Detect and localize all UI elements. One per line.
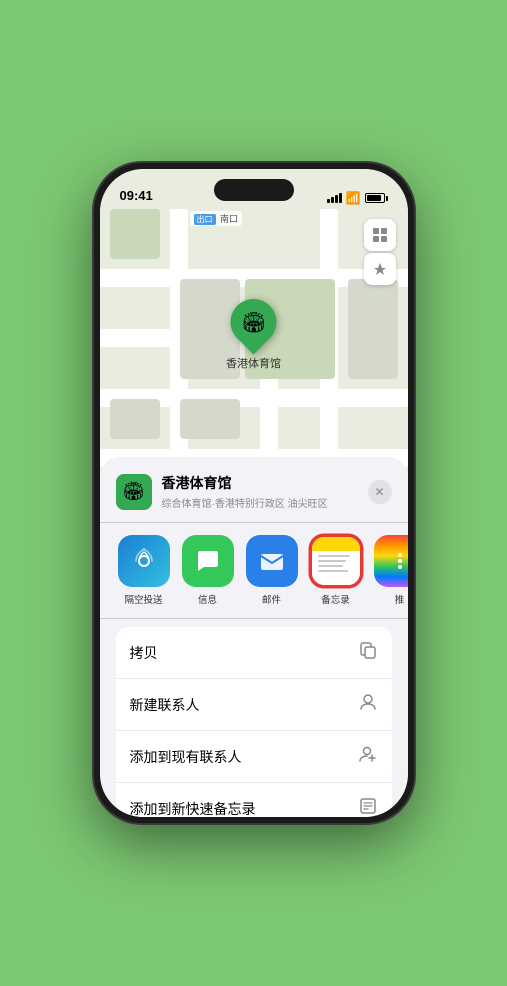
mail-icon-wrap [246, 535, 298, 587]
action-add-contact-label: 添加到现有联系人 [130, 747, 242, 767]
stadium-pin: 🏟 [221, 289, 286, 354]
share-row: 隔空投送 信息 [100, 523, 408, 619]
action-quick-note-label: 添加到新快速备忘录 [130, 799, 256, 818]
messages-label: 信息 [198, 592, 217, 606]
venue-info: 香港体育馆 综合体育馆·香港特别行政区 油尖旺区 [162, 473, 368, 510]
action-new-contact-label: 新建联系人 [130, 695, 200, 715]
map-label: 出口 南口 [190, 211, 243, 226]
more-dots-icon [398, 553, 402, 569]
status-time: 09:41 [120, 188, 153, 205]
share-item-mail[interactable]: 邮件 [244, 535, 300, 606]
airdrop-label: 隔空投送 [124, 592, 162, 606]
venue-header: 🏟 香港体育馆 综合体育馆·香港特别行政区 油尖旺区 ✕ [100, 473, 408, 523]
action-add-to-contact[interactable]: 添加到现有联系人 [116, 731, 392, 783]
signal-icon [327, 193, 342, 203]
action-copy[interactable]: 拷贝 [116, 627, 392, 679]
messages-icon-wrap [182, 535, 234, 587]
close-button[interactable]: ✕ [368, 480, 392, 504]
share-item-messages[interactable]: 信息 [180, 535, 236, 606]
stadium-marker: 🏟 香港体育馆 [226, 299, 281, 371]
share-item-more[interactable]: 推 [372, 535, 408, 606]
quick-note-icon [358, 796, 378, 817]
stadium-pin-icon: 🏟 [241, 310, 266, 335]
action-new-contact[interactable]: 新建联系人 [116, 679, 392, 731]
mail-label: 邮件 [262, 592, 281, 606]
phone-frame: 09:41 📶 [94, 163, 414, 823]
bottom-sheet: 🏟 香港体育馆 综合体育馆·香港特别行政区 油尖旺区 ✕ [100, 457, 408, 817]
dynamic-island [214, 179, 294, 201]
more-icon-wrap [374, 535, 408, 587]
location-button[interactable] [364, 253, 396, 285]
venue-name: 香港体育馆 [162, 473, 368, 493]
share-item-airdrop[interactable]: 隔空投送 [116, 535, 172, 606]
new-contact-icon [358, 692, 378, 717]
airdrop-icon-wrap [118, 535, 170, 587]
action-copy-label: 拷贝 [130, 643, 158, 663]
status-icons: 📶 [327, 191, 388, 205]
wifi-icon: 📶 [346, 191, 361, 205]
share-item-notes[interactable]: 备忘录 [308, 535, 364, 606]
notes-icon-wrap [310, 535, 362, 587]
venue-icon: 🏟 [116, 474, 152, 510]
battery-icon [365, 193, 388, 203]
add-contact-icon [358, 744, 378, 769]
map-view-button[interactable] [364, 219, 396, 251]
venue-description: 综合体育馆·香港特别行政区 油尖旺区 [162, 495, 368, 510]
stadium-map-label: 香港体育馆 [226, 355, 281, 371]
action-quick-note[interactable]: 添加到新快速备忘录 [116, 783, 392, 817]
phone-screen: 09:41 📶 [100, 169, 408, 817]
action-list: 拷贝 新建联系人 [116, 627, 392, 817]
copy-icon [358, 640, 378, 665]
map-controls [364, 219, 396, 285]
notes-label: 备忘录 [321, 592, 350, 606]
more-label: 推 [395, 592, 405, 606]
